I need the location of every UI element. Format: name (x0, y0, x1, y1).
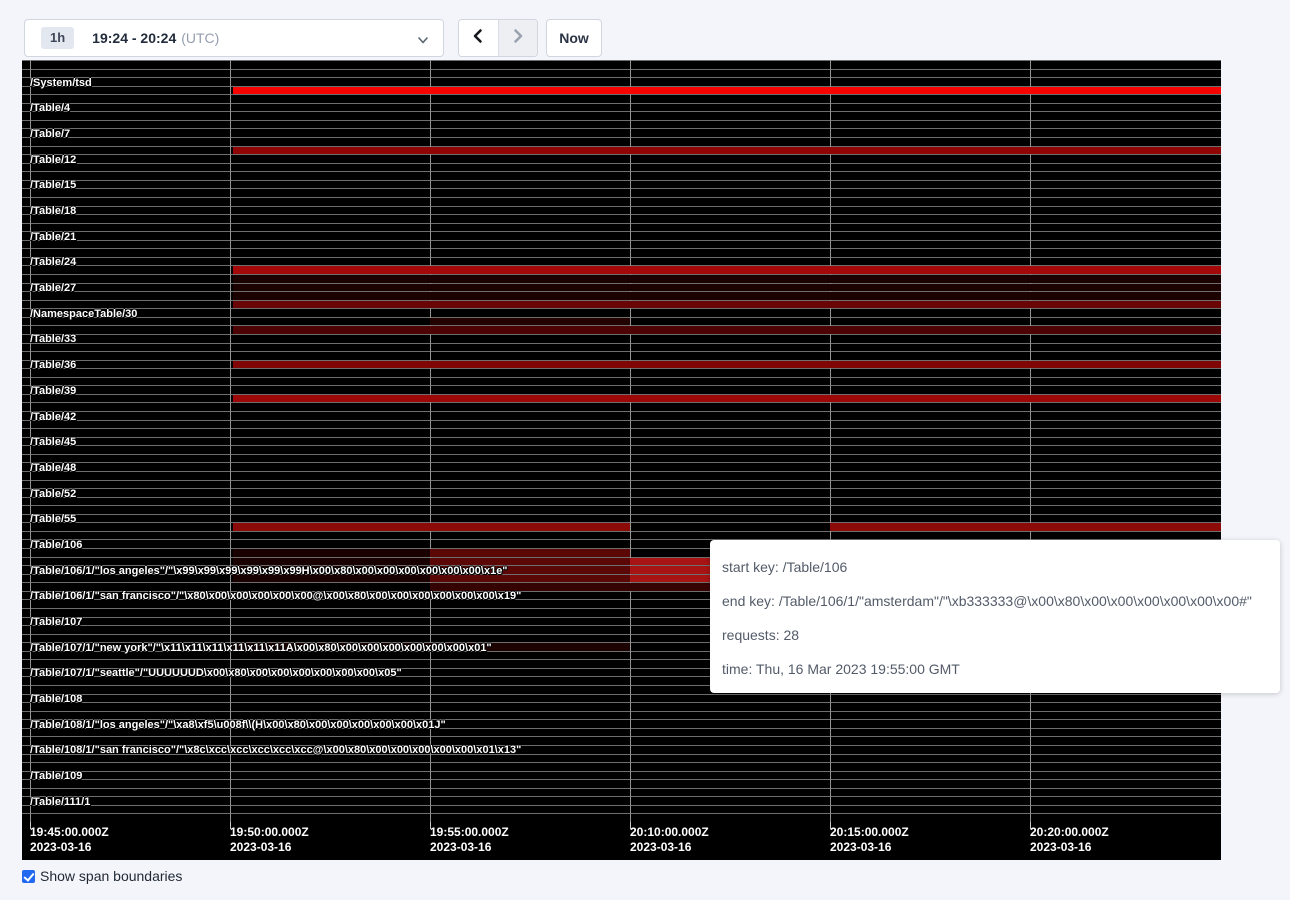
span-boundary-label: /Table/108/1/"san francisco"/"\x8c\xcc\x… (30, 745, 521, 756)
now-button-label: Now (559, 30, 589, 46)
span-boundary-label: /Table/33 (30, 334, 76, 345)
span-boundary-label: /Table/7 (30, 129, 70, 140)
axis-tick-label: 19:45:00.000Z2023-03-16 (30, 825, 109, 855)
span-boundary-label: /Table/15 (30, 180, 76, 191)
span-boundary-label: /Table/106/1/"san francisco"/"\x80\x00\x… (30, 591, 521, 602)
show-span-boundaries-checkbox[interactable] (22, 870, 35, 883)
span-boundary-label: /Table/42 (30, 412, 76, 423)
time-axis: 19:45:00.000Z2023-03-16 19:50:00.000Z2023… (22, 822, 1221, 860)
tooltip-start-key: start key: /Table/106 (722, 550, 1268, 584)
next-time-button[interactable] (499, 20, 538, 56)
span-boundary-label: /Table/27 (30, 283, 76, 294)
span-boundary-label: /Table/39 (30, 386, 76, 397)
footer-controls: Show span boundaries (22, 866, 182, 886)
range-utc-label: (UTC) (181, 30, 219, 46)
span-boundary-label: /Table/111/1 (30, 797, 90, 808)
span-boundary-label: /Table/48 (30, 463, 76, 474)
span-boundary-label: /Table/106/1/"los angeles"/"\x99\x99\x99… (30, 566, 508, 577)
span-boundary-label: /Table/4 (30, 103, 70, 114)
chevron-left-icon (471, 28, 485, 49)
heatmap-span-labels: /System/tsd/Table/4/Table/7/Table/12/Tab… (22, 60, 1221, 822)
toolbar: 1h 19:24 - 20:24 (UTC) Now (0, 0, 1290, 60)
key-visualizer-heatmap[interactable]: /System/tsd/Table/4/Table/7/Table/12/Tab… (22, 60, 1221, 860)
show-span-boundaries-label: Show span boundaries (40, 868, 182, 884)
span-boundary-label: /Table/45 (30, 437, 76, 448)
now-button[interactable]: Now (546, 19, 602, 57)
axis-tick-label: 19:55:00.000Z2023-03-16 (430, 825, 509, 855)
tooltip-end-key: end key: /Table/106/1/"amsterdam"/"\xb33… (722, 584, 1268, 618)
tooltip-time: time: Thu, 16 Mar 2023 19:55:00 GMT (722, 652, 1268, 686)
axis-tick-label: 19:50:00.000Z2023-03-16 (230, 825, 309, 855)
span-boundary-label: /Table/24 (30, 257, 76, 268)
span-boundary-label: /Table/52 (30, 489, 76, 500)
chevron-down-icon (417, 33, 429, 51)
axis-tick-label: 20:10:00.000Z2023-03-16 (630, 825, 709, 855)
span-boundary-label: /Table/108/1/"los angeles"/"\xa8\xf5\u00… (30, 720, 446, 731)
span-boundary-label: /System/tsd (30, 78, 92, 89)
span-boundary-label: /Table/12 (30, 155, 76, 166)
span-boundary-label: /Table/18 (30, 206, 76, 217)
axis-tick-label: 20:15:00.000Z2023-03-16 (830, 825, 909, 855)
range-text: 19:24 - 20:24 (92, 30, 176, 46)
prev-time-button[interactable] (459, 20, 499, 56)
span-boundary-label: /Table/55 (30, 514, 76, 525)
span-tooltip: start key: /Table/106 end key: /Table/10… (710, 540, 1280, 693)
span-boundary-label: /Table/109 (30, 771, 82, 782)
span-boundary-label: /Table/107/1/"seattle"/"UUUUUUD\x00\x80\… (30, 668, 402, 679)
tooltip-requests: requests: 28 (722, 618, 1268, 652)
range-duration-badge: 1h (41, 27, 74, 49)
time-range-select[interactable]: 1h 19:24 - 20:24 (UTC) (24, 19, 444, 57)
span-boundary-label: /Table/21 (30, 232, 76, 243)
span-boundary-label: /Table/108 (30, 694, 82, 705)
span-boundary-label: /Table/106 (30, 540, 82, 551)
span-boundary-label: /Table/107/1/"new york"/"\x11\x11\x11\x1… (30, 643, 492, 654)
chevron-right-icon (511, 28, 525, 49)
time-nav-group (458, 19, 538, 57)
axis-tick-label: 20:20:00.000Z2023-03-16 (1030, 825, 1109, 855)
span-boundary-label: /NamespaceTable/30 (30, 309, 137, 320)
span-boundary-label: /Table/36 (30, 360, 76, 371)
span-boundary-label: /Table/107 (30, 617, 82, 628)
